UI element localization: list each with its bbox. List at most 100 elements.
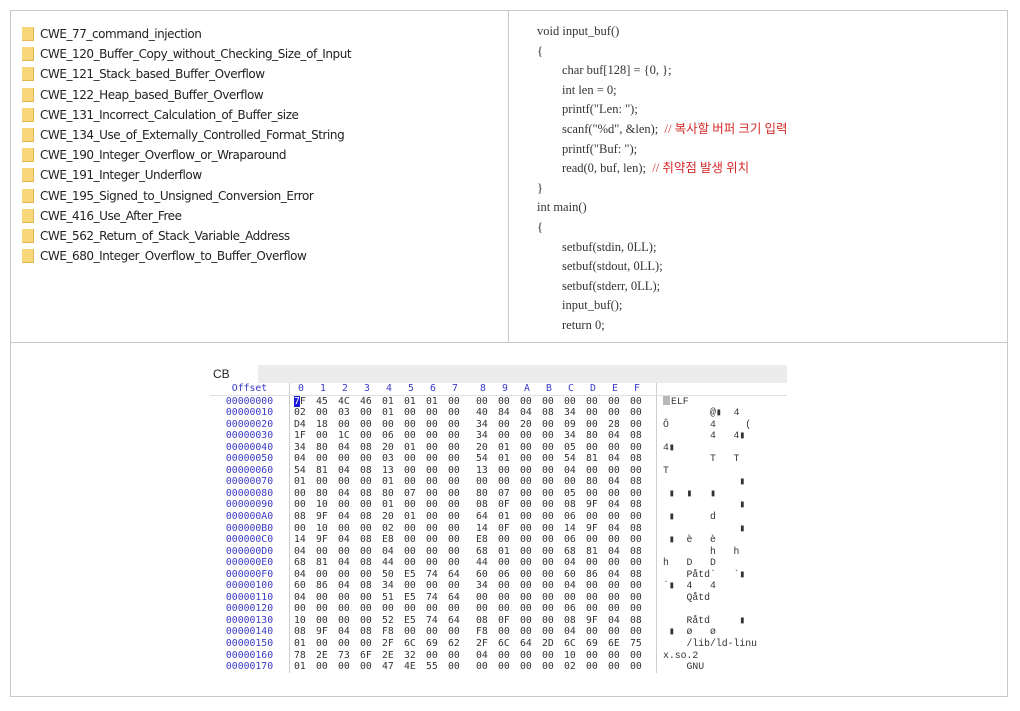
hex-byte[interactable]: 73 [338,650,360,662]
hex-byte[interactable]: 00 [608,592,630,604]
hex-byte[interactable]: 04 [520,407,542,419]
hex-byte[interactable]: 00 [586,580,608,592]
hex-byte[interactable]: 00 [426,430,448,442]
hex-byte[interactable]: 00 [498,534,520,546]
hex-byte[interactable]: 00 [608,626,630,638]
hex-byte[interactable]: 28 [608,419,630,431]
folder-item[interactable]: CWE_562_Return_of_Stack_Variable_Address [22,226,351,246]
hex-byte[interactable]: 00 [498,557,520,569]
hex-byte[interactable]: 01 [294,638,316,650]
row-ascii[interactable]: 4▮ [656,441,787,454]
hex-byte[interactable]: 00 [542,476,564,488]
hex-byte[interactable]: 00 [630,511,652,523]
hex-byte[interactable]: 00 [404,476,426,488]
hex-byte[interactable]: 00 [294,523,316,535]
hex-byte[interactable]: 00 [404,557,426,569]
hex-byte[interactable]: 47 [382,661,404,673]
hex-byte[interactable]: 04 [608,569,630,581]
hex-byte[interactable]: 00 [608,396,630,408]
hex-byte[interactable]: 00 [630,534,652,546]
hex-byte[interactable]: 00 [360,569,382,581]
hex-byte[interactable]: 00 [448,499,470,511]
hex-byte[interactable]: 13 [382,465,404,477]
hex-byte[interactable]: 00 [426,511,448,523]
hex-byte[interactable]: 00 [520,465,542,477]
hex-byte[interactable]: 74 [426,569,448,581]
hex-byte[interactable]: 08 [630,499,652,511]
hex-byte[interactable]: 80 [382,488,404,500]
hex-byte[interactable]: 00 [608,465,630,477]
hex-byte[interactable]: 08 [360,534,382,546]
tab-file[interactable]: CB [210,365,258,383]
hex-byte[interactable]: 10 [564,650,586,662]
hex-byte[interactable]: 34 [476,430,498,442]
hex-byte[interactable]: 00 [630,442,652,454]
hex-byte[interactable]: 00 [520,396,542,408]
hex-byte[interactable]: E5 [404,615,426,627]
hex-byte[interactable]: 2F [382,638,404,650]
row-ascii[interactable]: Påtd` `▮ [656,568,787,581]
hex-byte[interactable]: 00 [476,603,498,615]
hex-byte[interactable]: 00 [498,465,520,477]
hex-byte[interactable]: 00 [316,592,338,604]
hex-byte[interactable]: 04 [608,615,630,627]
hex-byte[interactable]: 00 [542,615,564,627]
row-ascii[interactable]: GNU [656,661,787,673]
hex-byte[interactable]: 00 [426,476,448,488]
hex-byte[interactable]: 00 [382,419,404,431]
hex-byte[interactable]: 00 [586,442,608,454]
hex-byte[interactable]: 44 [382,557,404,569]
hex-byte[interactable]: 01 [498,442,520,454]
folder-item[interactable]: CWE_121_Stack_based_Buffer_Overflow [22,64,351,84]
hex-byte[interactable]: 00 [426,523,448,535]
hex-byte[interactable]: 7F [294,395,316,408]
hex-byte[interactable]: 9F [586,523,608,535]
hex-byte[interactable]: 2D [542,638,564,650]
hex-byte[interactable]: 00 [316,661,338,673]
folder-item[interactable]: CWE_195_Signed_to_Unsigned_Conversion_Er… [22,186,351,206]
hex-byte[interactable]: 00 [426,499,448,511]
hex-byte[interactable]: 00 [360,499,382,511]
hex-byte[interactable]: 6F [360,650,382,662]
hex-byte[interactable]: 00 [404,603,426,615]
hex-byte[interactable]: 00 [586,511,608,523]
row-ascii[interactable]: ▮ [656,476,787,488]
hex-byte[interactable]: 00 [586,419,608,431]
hex-byte[interactable]: 04 [608,523,630,535]
hex-byte[interactable]: 00 [520,592,542,604]
hex-byte[interactable]: 00 [542,523,564,535]
hex-byte[interactable]: 00 [542,603,564,615]
hex-byte[interactable]: 00 [498,580,520,592]
hex-byte[interactable]: 08 [630,615,652,627]
hex-byte[interactable]: 00 [426,419,448,431]
hex-byte[interactable]: 2E [316,650,338,662]
hex-byte[interactable]: 04 [564,626,586,638]
hex-byte[interactable]: 00 [542,499,564,511]
hex-byte[interactable]: 00 [520,626,542,638]
hex-byte[interactable]: 80 [586,476,608,488]
hex-byte[interactable]: 51 [382,592,404,604]
hex-byte[interactable]: 01 [382,396,404,408]
hex-byte[interactable]: 74 [426,592,448,604]
hex-byte[interactable]: 81 [586,546,608,558]
hex-byte[interactable]: 02 [564,661,586,673]
hex-byte[interactable]: 00 [586,465,608,477]
hex-byte[interactable]: 00 [338,546,360,558]
hex-byte[interactable]: 00 [608,511,630,523]
hex-byte[interactable]: 04 [338,465,360,477]
hex-byte[interactable]: 78 [294,650,316,662]
hex-byte[interactable]: 04 [294,569,316,581]
hex-byte[interactable]: 00 [630,465,652,477]
hex-byte[interactable]: 00 [404,453,426,465]
hex-byte[interactable]: 00 [498,419,520,431]
hex-byte[interactable]: 64 [476,511,498,523]
hex-byte[interactable]: 80 [586,430,608,442]
hex-byte[interactable]: 00 [448,430,470,442]
hex-byte[interactable]: 00 [382,603,404,615]
hex-byte[interactable]: 06 [498,569,520,581]
hex-byte[interactable]: 20 [476,442,498,454]
hex-byte[interactable]: 00 [426,407,448,419]
hex-byte[interactable]: 00 [448,546,470,558]
hex-byte[interactable]: 62 [448,638,470,650]
hex-byte[interactable]: 00 [448,465,470,477]
